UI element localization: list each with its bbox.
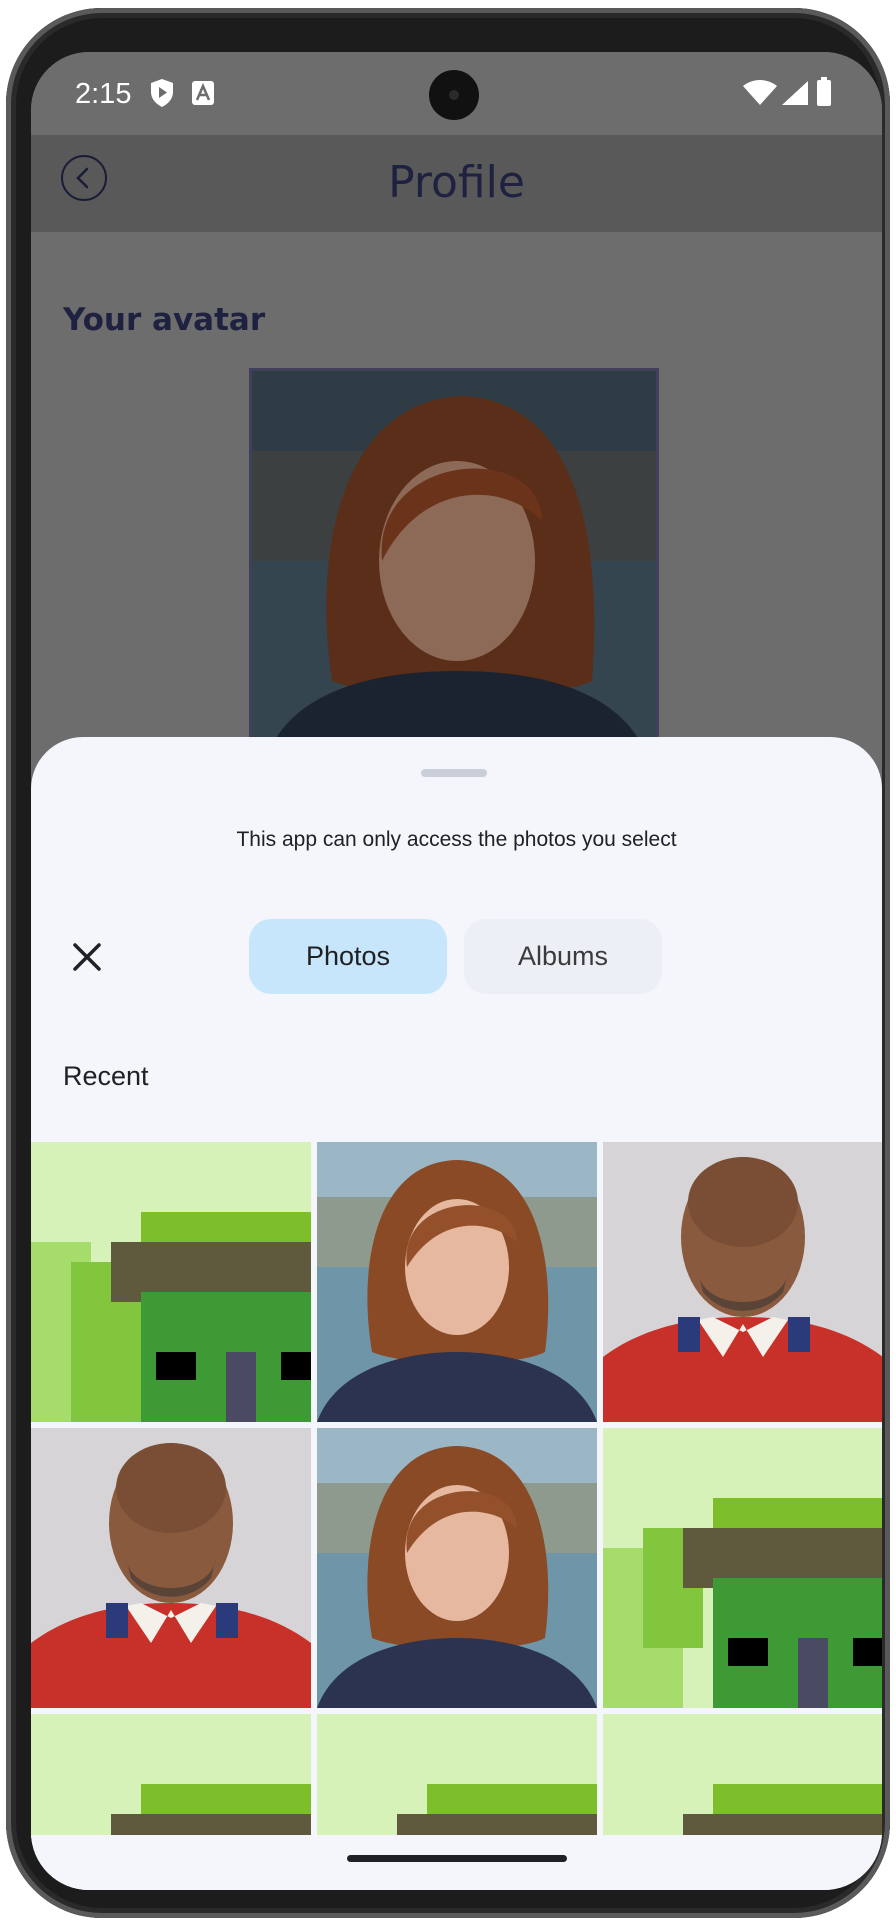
recent-section-label: Recent — [63, 1061, 149, 1091]
photo-tile-pixel-house[interactable] — [31, 1142, 311, 1422]
app-bar: Profile — [31, 135, 882, 232]
phone-frame: 2:15 Profile Your avatar This app can on… — [6, 8, 890, 1918]
tab-photos[interactable]: Photos — [249, 919, 447, 994]
wifi-icon — [743, 80, 777, 111]
front-camera — [429, 70, 479, 120]
accessibility-icon — [191, 80, 215, 111]
photo-tile-portrait-woman[interactable] — [317, 1428, 597, 1708]
shield-play-icon — [149, 78, 175, 113]
photo-picker-sheet: This app can only access the photos you … — [31, 737, 882, 1890]
gesture-nav-area — [31, 1835, 882, 1890]
photo-tile-portrait-man[interactable] — [603, 1142, 882, 1422]
photo-tile-pixel-house[interactable] — [603, 1428, 882, 1708]
signal-icon — [781, 80, 809, 111]
avatar-heading: Your avatar — [63, 302, 266, 338]
photo-tile-pixel-house[interactable] — [603, 1714, 882, 1842]
status-bar: 2:15 — [31, 52, 882, 135]
photo-tile-pixel-house[interactable] — [31, 1714, 311, 1842]
photo-grid — [31, 1142, 882, 1842]
gesture-handle[interactable] — [347, 1855, 567, 1862]
battery-icon — [816, 77, 832, 112]
photo-tile-pixel-house[interactable] — [317, 1714, 597, 1842]
access-notice: This app can only access the photos you … — [236, 828, 677, 851]
drag-handle[interactable] — [421, 769, 487, 777]
tab-albums[interactable]: Albums — [464, 919, 662, 994]
close-icon[interactable] — [67, 937, 107, 977]
page-title: Profile — [388, 157, 525, 208]
photo-tile-portrait-man[interactable] — [31, 1428, 311, 1708]
avatar-image[interactable] — [249, 368, 659, 768]
status-time: 2:15 — [75, 78, 132, 110]
phone-screen: 2:15 Profile Your avatar This app can on… — [31, 52, 882, 1890]
photo-tile-portrait-woman[interactable] — [317, 1142, 597, 1422]
